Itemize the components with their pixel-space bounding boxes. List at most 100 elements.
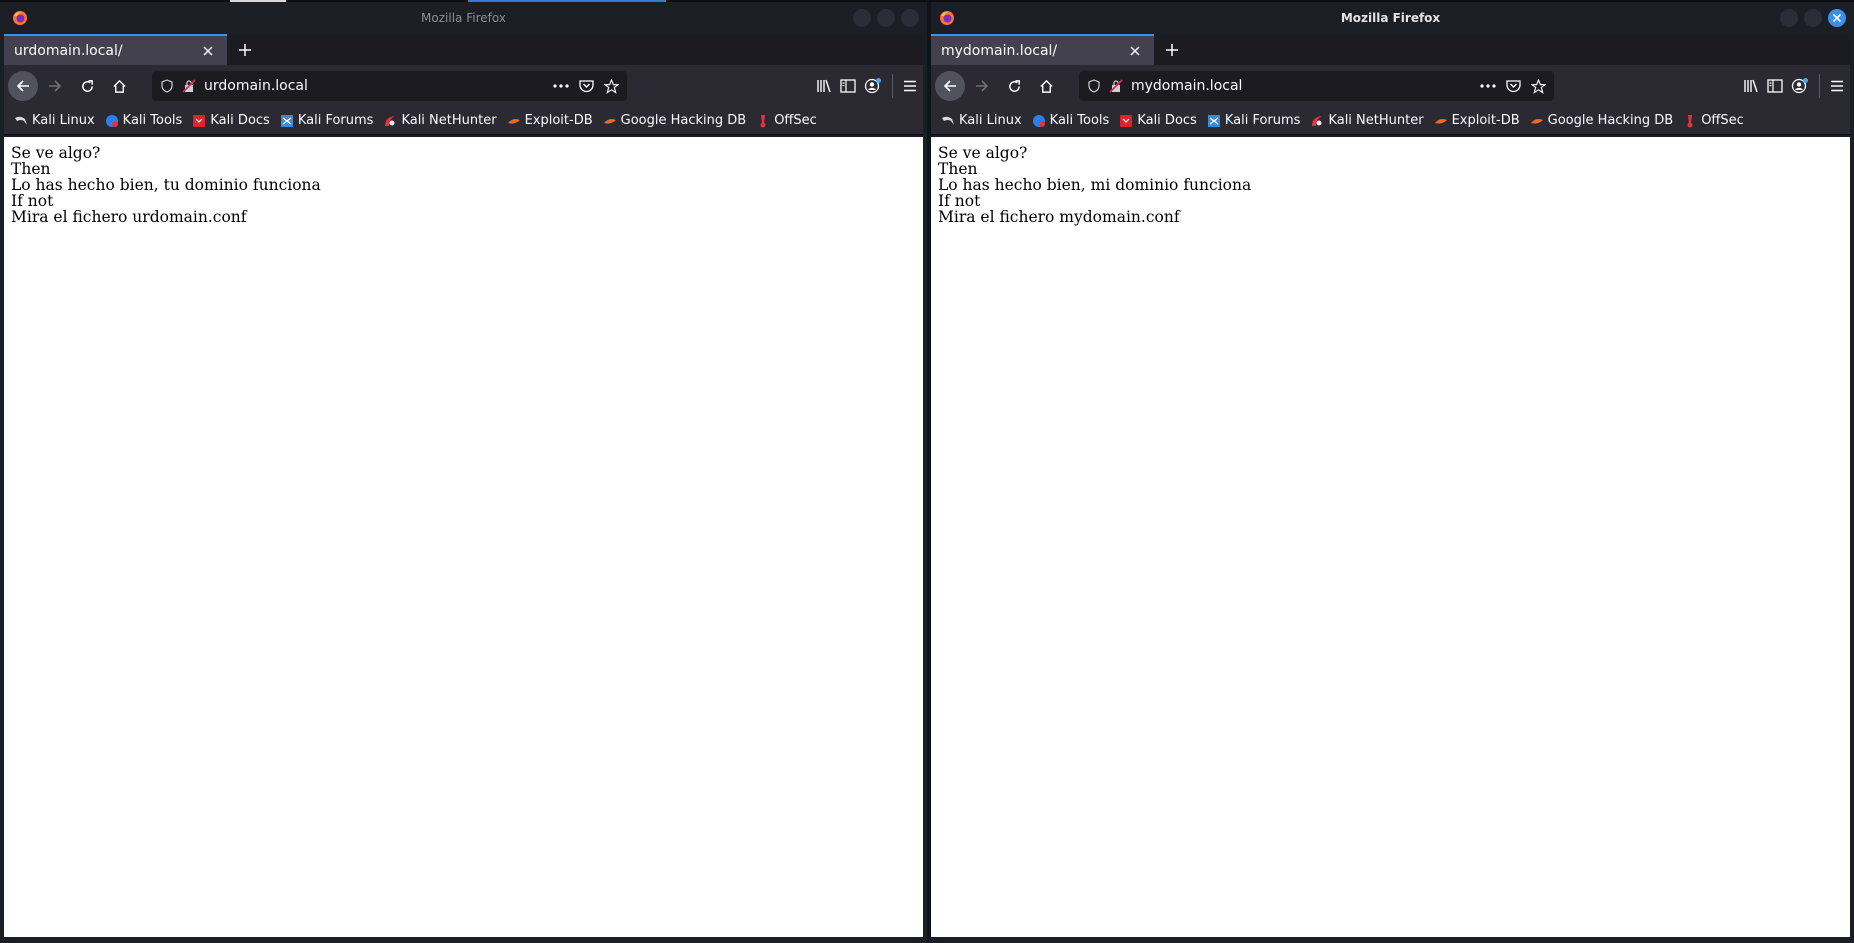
navigation-toolbar: urdomain.local [4,65,923,107]
window-titlebar[interactable]: Mozilla Firefox [931,2,1850,34]
kali-tools-icon [1032,114,1046,128]
page-actions-ellipsis-icon[interactable] [1480,84,1496,88]
page-content: Se ve algo? Then Lo has hecho bien, mi d… [931,137,1850,937]
bookmark-label: Exploit-DB [524,113,593,128]
tab-strip: urdomain.local/ [4,34,923,65]
account-icon[interactable] [1791,77,1809,95]
firefox-window-left: Mozilla Firefox urdomain.local/ urdomain… [0,2,927,943]
bookmark-label: Kali NetHunter [401,113,497,128]
url-input[interactable]: mydomain.local [1131,78,1480,94]
hamburger-menu-icon[interactable] [1830,80,1844,92]
forward-button[interactable] [40,71,70,101]
close-window-button[interactable] [901,9,919,27]
bookmark-offsec[interactable]: OffSec [756,113,817,128]
page-actions-ellipsis-icon[interactable] [553,84,569,88]
window-title: Mozilla Firefox [421,11,506,25]
bookmark-label: Kali Docs [210,113,270,128]
firefox-window-right: Mozilla Firefox mydomain.local/ mydomain… [927,2,1854,943]
bookmark-google-hacking-db[interactable]: Google Hacking DB [603,113,746,128]
reload-button[interactable] [72,71,102,101]
kali-tools-icon [105,114,119,128]
minimize-button[interactable] [1780,9,1798,27]
bookmark-label: Kali Forums [297,113,374,128]
content-line: Mira el fichero urdomain.conf [11,208,247,226]
bookmark-offsec[interactable]: OffSec [1683,113,1744,128]
content-line: Lo has hecho bien, tu dominio funciona [11,176,321,194]
library-icon[interactable] [816,79,832,93]
tracking-protection-shield-icon[interactable] [1087,79,1101,93]
bookmark-label: OffSec [774,113,817,128]
tab-strip: mydomain.local/ [931,34,1850,65]
ghdb-icon [603,114,617,128]
kali-forums-icon [1207,114,1221,128]
bookmark-kali-docs[interactable]: Kali Docs [1119,113,1197,128]
reload-button[interactable] [999,71,1029,101]
bookmark-kali-tools[interactable]: Kali Tools [1032,113,1109,128]
bookmark-label: Kali Linux [32,113,95,128]
library-icon[interactable] [1743,79,1759,93]
forward-button[interactable] [967,71,997,101]
firefox-icon [12,10,28,26]
tab-active[interactable]: mydomain.local/ [931,34,1154,65]
exploit-db-icon [1434,114,1448,128]
content-line: If not [11,192,54,210]
tab-active[interactable]: urdomain.local/ [4,34,227,65]
pocket-icon[interactable] [1506,79,1521,93]
bookmark-kali-forums[interactable]: Kali Forums [1207,113,1300,128]
bookmark-label: OffSec [1701,113,1744,128]
bookmark-label: Kali Tools [122,113,183,128]
bookmark-kali-docs[interactable]: Kali Docs [192,113,270,128]
content-line: Se ve algo? [11,144,101,162]
home-button[interactable] [104,71,134,101]
nethunter-icon [1310,114,1324,128]
bookmark-kali-linux[interactable]: Kali Linux [14,113,95,128]
page-content: Se ve algo? Then Lo has hecho bien, tu d… [4,137,923,937]
bookmark-star-icon[interactable] [604,78,619,94]
back-button[interactable] [935,71,965,101]
close-window-button[interactable] [1828,9,1846,27]
tab-title: mydomain.local/ [941,42,1058,59]
bookmark-google-hacking-db[interactable]: Google Hacking DB [1530,113,1674,128]
maximize-button[interactable] [877,9,895,27]
new-tab-button[interactable] [1154,34,1190,65]
sidebar-icon[interactable] [1767,79,1783,93]
bookmark-label: Kali NetHunter [1328,113,1424,128]
sidebar-icon[interactable] [840,79,856,93]
maximize-button[interactable] [1804,9,1822,27]
offsec-icon [1683,114,1697,128]
url-bar[interactable]: mydomain.local [1079,71,1554,101]
bookmark-label: Kali Docs [1137,113,1197,128]
window-titlebar[interactable]: Mozilla Firefox [4,2,923,34]
bookmarks-toolbar: Kali Linux Kali Tools Kali Docs Kali For… [931,107,1850,135]
url-input[interactable]: urdomain.local [204,78,553,94]
navigation-toolbar: mydomain.local [931,65,1850,107]
content-line: Then [11,160,51,178]
home-button[interactable] [1031,71,1061,101]
insecure-connection-icon[interactable] [182,79,196,93]
bookmark-kali-tools[interactable]: Kali Tools [105,113,183,128]
nethunter-icon [383,114,397,128]
insecure-connection-icon[interactable] [1109,79,1123,93]
close-tab-icon[interactable] [1126,42,1144,60]
minimize-button[interactable] [853,9,871,27]
back-button[interactable] [8,71,38,101]
close-tab-icon[interactable] [199,42,217,60]
bookmark-kali-nethunter[interactable]: Kali NetHunter [383,113,497,128]
new-tab-button[interactable] [227,34,263,65]
content-line: If not [938,192,981,210]
account-icon[interactable] [864,77,882,95]
pocket-icon[interactable] [579,79,594,93]
tracking-protection-shield-icon[interactable] [160,79,174,93]
offsec-icon [756,114,770,128]
firefox-icon [939,10,955,26]
bookmark-exploit-db[interactable]: Exploit-DB [507,113,593,128]
bookmark-exploit-db[interactable]: Exploit-DB [1434,113,1520,128]
kali-docs-icon [1119,114,1133,128]
bookmark-star-icon[interactable] [1531,78,1546,94]
bookmark-kali-forums[interactable]: Kali Forums [280,113,374,128]
url-bar[interactable]: urdomain.local [152,71,627,101]
bookmark-kali-nethunter[interactable]: Kali NetHunter [1310,113,1424,128]
hamburger-menu-icon[interactable] [903,80,917,92]
bookmark-kali-linux[interactable]: Kali Linux [941,113,1022,128]
bookmark-label: Google Hacking DB [1547,113,1674,128]
